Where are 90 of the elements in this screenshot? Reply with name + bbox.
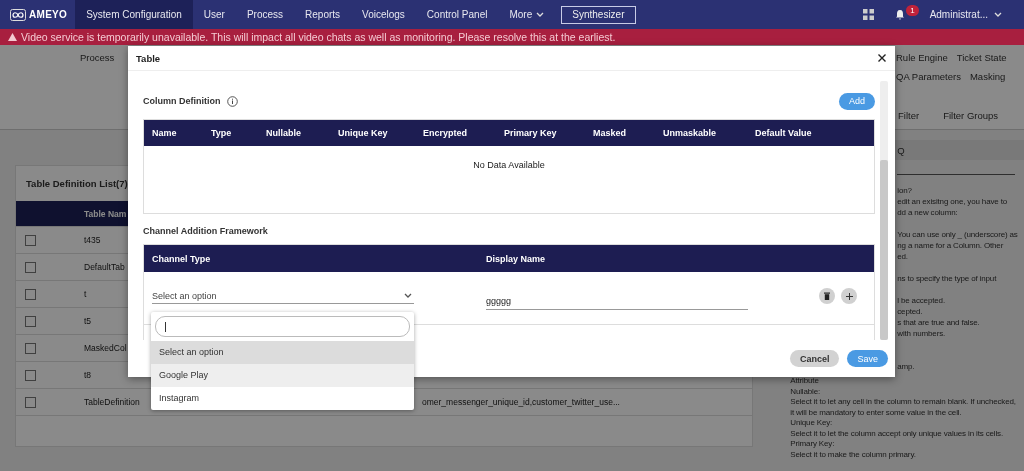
faq-text: Attribute [789, 376, 820, 387]
nav-tab[interactable]: User [192, 0, 236, 29]
faq-text: edit an exisitng one, you have to [897, 196, 1009, 207]
column-header: Unique Key [338, 128, 389, 138]
dropdown-option[interactable]: Google Play [151, 364, 414, 387]
caret-icon [536, 11, 545, 18]
close-icon[interactable] [878, 54, 886, 62]
checkbox[interactable] [25, 396, 36, 408]
faq-text: Select it to let the column accept only unique values in its cells. [789, 428, 1004, 439]
plus-icon [845, 292, 853, 300]
table-cell: t435 [84, 235, 101, 245]
checkbox[interactable] [25, 315, 36, 327]
bell-icon [895, 9, 906, 20]
faq-text: Primary Key: [789, 439, 836, 450]
nav-link[interactable]: Filter [898, 110, 920, 129]
column-header: Type [211, 128, 233, 138]
nav-link[interactable]: Rule Engine [896, 52, 948, 71]
faq-text: Unique Key: [789, 418, 834, 429]
table-cell: MaskedCol [84, 343, 127, 353]
nav-tab[interactable]: Process [235, 0, 295, 29]
nav-link[interactable]: Masking [969, 71, 1006, 90]
faq-text: Select it to make the column primary. [789, 449, 917, 460]
checkbox[interactable] [25, 342, 36, 354]
faq-text: You can use only _ (underscore) as [897, 229, 1019, 240]
checkbox[interactable] [25, 369, 36, 381]
dropdown-option[interactable]: Select an option [151, 341, 414, 364]
column-header: Nullable [266, 128, 302, 138]
notification-badge: 1 [906, 5, 919, 16]
faq-text: ed. [897, 251, 909, 262]
nav-link[interactable]: Filter Groups [943, 110, 999, 129]
nav-tab[interactable]: Control Panel [415, 0, 499, 29]
user-menu[interactable]: Administrat... [929, 9, 1002, 20]
empty-message: No Data Available [473, 160, 545, 172]
synthesizer-button[interactable]: Synthesizer [561, 5, 636, 24]
column-header: Table Nam [84, 208, 127, 219]
trash-icon [824, 292, 830, 300]
column-header: Encrypted [423, 128, 468, 138]
column-header: Masked [593, 128, 628, 138]
nav-tab[interactable]: Voicelogs [351, 0, 416, 29]
faq-text: amp. [897, 361, 916, 372]
chevron-down-icon [404, 292, 412, 299]
column-header: Default Value [755, 128, 813, 138]
grid-icon [863, 9, 875, 20]
table-cell: DefaultTab [84, 262, 125, 272]
table-cell: t5 [84, 316, 92, 326]
checkbox[interactable] [25, 261, 36, 273]
nav-link[interactable]: Process [80, 52, 115, 63]
dropdown-option[interactable]: Instagram [151, 387, 414, 410]
faq-title: Q [897, 144, 905, 156]
column-header: Display Name [486, 253, 547, 264]
logo-icon [10, 8, 26, 21]
checkbox[interactable] [25, 288, 36, 300]
column-header: Primary Key [504, 128, 558, 138]
alert-message: Video service is temporarily unavailable. This will impact all video chats as well as monitoring. Please resolve this at the earliest. [21, 31, 616, 43]
faq-text: s that are true and false. [897, 317, 981, 328]
faq-text: with numbers. [897, 328, 947, 339]
caret-icon [994, 11, 1002, 18]
table-cell: TableDefinition [84, 397, 140, 407]
menu-tab[interactable]: More [498, 0, 556, 29]
section-title: Channel Addition Framework [143, 226, 269, 238]
channel-type-select[interactable]: Select an option [152, 288, 414, 304]
section-title: Column Definition [143, 96, 221, 106]
nav-link[interactable]: Ticket State [956, 52, 1007, 71]
logo-text: AMEYO [29, 9, 68, 20]
scrollbar[interactable] [880, 81, 888, 340]
add-row-button[interactable] [841, 288, 857, 304]
column-header: Channel Type [152, 253, 212, 264]
faq-text: ns to specify the type of input [897, 273, 998, 284]
dialog-title: Table [136, 52, 161, 64]
checkbox[interactable] [25, 234, 36, 246]
faq-text: Nullable: [789, 386, 822, 397]
table-cell: omer_messenger_unique_id,customer_twitter_use... [422, 397, 620, 407]
faq-text: cepted. [897, 306, 924, 317]
column-header: Name [152, 128, 178, 138]
warning-icon [8, 33, 17, 41]
delete-button[interactable] [819, 288, 835, 304]
card-title: Table Definition List(7) [25, 177, 129, 191]
nav-tab[interactable]: System Configuration [75, 0, 193, 29]
faq-text: ng a name for a Column. Other [897, 240, 1005, 251]
search-field[interactable] [155, 316, 410, 337]
faq-text: dd a new column: [897, 207, 959, 218]
table-cell: t [84, 289, 87, 299]
info-icon [226, 95, 238, 107]
column-header: Unmaskable [663, 128, 718, 138]
faq-text: ion? [897, 185, 913, 196]
cancel-button[interactable]: Cancel [789, 350, 840, 367]
faq-text: Select it to let any cell in the column to remain blank. If unchecked, it will be mandatory to enter some value in the cell. [789, 397, 1017, 418]
table-cell: t8 [84, 370, 92, 380]
nav-tab[interactable]: Reports [294, 0, 352, 29]
nav-link[interactable]: QA Parameters [896, 71, 961, 90]
